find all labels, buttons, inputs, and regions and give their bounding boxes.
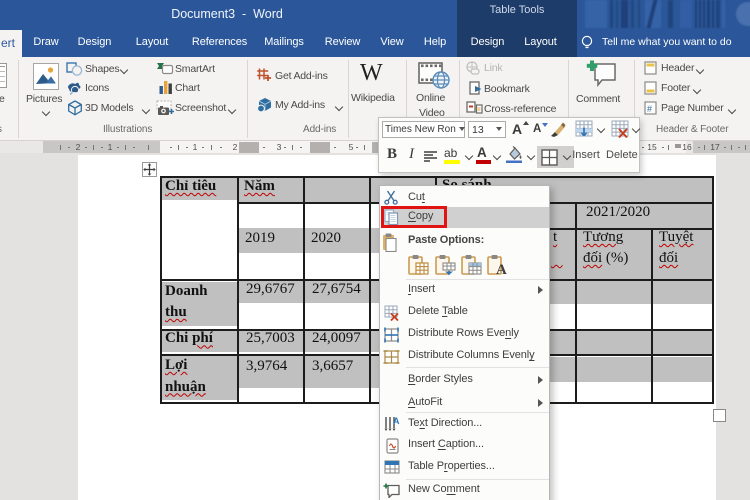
svg-text:A: A [393, 416, 400, 426]
svg-text:#: # [647, 104, 652, 114]
svg-text:A: A [496, 262, 507, 276]
